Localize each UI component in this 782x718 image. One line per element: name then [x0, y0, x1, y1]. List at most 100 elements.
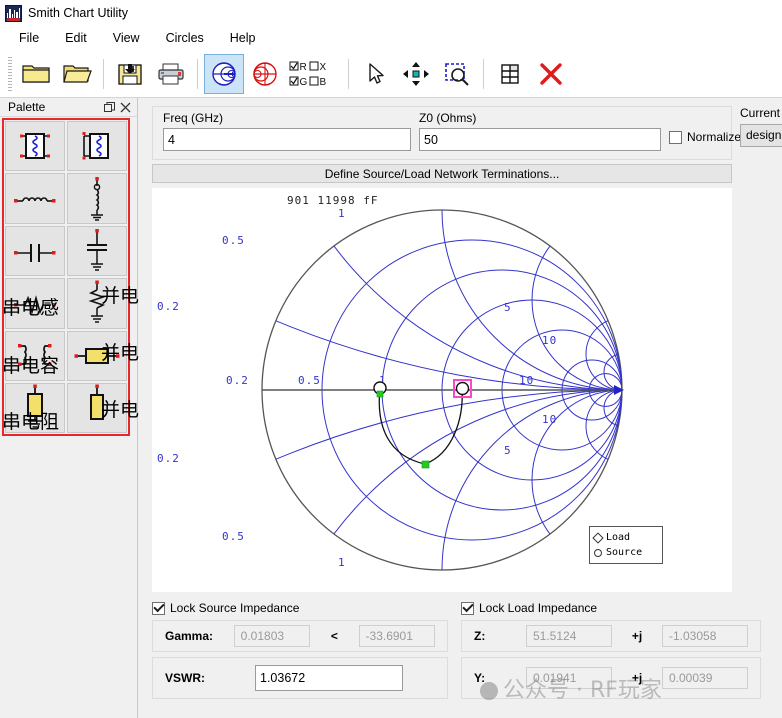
palette-item-shorted-stub[interactable]	[5, 383, 65, 433]
smith-chart-button[interactable]	[204, 53, 244, 94]
define-terminations-button[interactable]: Define Source/Load Network Terminations.…	[152, 164, 732, 183]
z-label: Z:	[474, 629, 486, 643]
menu-item-view[interactable]: View	[100, 28, 153, 48]
vswr-group: VSWR:	[152, 657, 448, 699]
chart-tick-bottom-1: 1	[338, 556, 346, 569]
palette-item-open-stub[interactable]	[67, 383, 127, 433]
smith-chart-red-icon	[253, 61, 277, 86]
admittance-button[interactable]	[245, 54, 285, 94]
toolbar-separator	[197, 58, 198, 89]
chart-axis-10: 10	[519, 374, 534, 387]
gamma-magnitude-field[interactable]: 0.01803	[233, 625, 311, 647]
current-schematic-label: Current S	[740, 106, 782, 120]
lock-source-label: Lock Source Impedance	[170, 601, 300, 615]
normalize-checkbox-box[interactable]	[669, 130, 682, 144]
zoom-marquee-icon	[445, 62, 469, 86]
y-label: Y:	[474, 671, 486, 685]
toolbar-grip[interactable]	[8, 56, 12, 91]
y-imag-field[interactable]: 0.00039	[662, 667, 748, 689]
marker-node-1[interactable]	[376, 390, 384, 398]
palette-item-series-tline[interactable]	[67, 330, 127, 381]
legend-entry-load: Load	[592, 530, 658, 545]
legend-load-label: Load	[606, 532, 631, 543]
smith-chart-canvas[interactable]: 901 11998 fF 1 0.5 0.2 0.2 0.5 1 5 10 10…	[152, 188, 732, 592]
rxgb-toggle-button[interactable]: R X G B	[286, 54, 342, 94]
open-stub-icon	[90, 384, 104, 420]
rxgb-checkbox-icon: R X G B	[289, 61, 327, 88]
series-capacitor-icon	[14, 243, 56, 262]
lock-load-label: Lock Load Impedance	[479, 601, 598, 615]
delete-button[interactable]	[531, 54, 571, 94]
menu-item-edit[interactable]: Edit	[52, 28, 100, 48]
chart-tick-right-10-bot: 10	[542, 413, 557, 426]
palette-item-transformer[interactable]	[5, 330, 65, 381]
folder-open-icon	[63, 64, 92, 83]
chart-tick-lower-02: 0.2	[157, 452, 180, 465]
vswr-input[interactable]	[255, 665, 403, 691]
palette-item-shunt-inductor[interactable]	[67, 173, 127, 224]
chart-tick-top-1: 1	[338, 207, 346, 220]
vswr-label: VSWR:	[165, 671, 205, 685]
legend-source-label: Source	[606, 547, 643, 558]
gamma-label: Gamma:	[165, 629, 214, 643]
palette-grid	[2, 118, 130, 436]
chart-legend: Load Source	[589, 526, 663, 564]
palette-item-shunt-resistor[interactable]	[67, 278, 127, 329]
legend-entry-source: Source	[594, 545, 658, 560]
pan-tool-button[interactable]	[396, 54, 436, 94]
close-icon[interactable]	[117, 99, 133, 115]
zoom-tool-button[interactable]	[437, 54, 477, 94]
chart-tick-right-10-top: 10	[542, 334, 557, 347]
menu-item-file[interactable]: File	[6, 28, 52, 48]
palette-item-series-resistor[interactable]	[5, 278, 65, 329]
table-button[interactable]	[490, 54, 530, 94]
shorted-stub-icon	[27, 384, 43, 428]
normalize-checkbox[interactable]: Normalize	[669, 130, 741, 144]
open-button[interactable]	[57, 54, 97, 94]
y-real-field[interactable]: 0.01941	[526, 667, 612, 689]
menu-item-help[interactable]: Help	[217, 28, 269, 48]
freq-input[interactable]	[163, 128, 411, 151]
print-button[interactable]	[151, 54, 191, 94]
palette-item-series-capacitor[interactable]	[5, 225, 65, 277]
parameters-group: Freq (GHz) Z0 (Ohms) Normalize	[152, 106, 741, 160]
red-x-icon	[540, 62, 562, 85]
chart-axis-05: 0.5	[298, 374, 321, 387]
select-tool-button[interactable]	[355, 54, 395, 94]
marker-node-2[interactable]	[421, 460, 430, 469]
chart-tick-lower-05: 0.5	[222, 530, 245, 543]
svg-text:B: B	[320, 77, 327, 88]
z-real-field[interactable]: 51.5124	[526, 625, 612, 647]
palette-item-series-inductor[interactable]	[5, 173, 65, 224]
main-content: Freq (GHz) Z0 (Ohms) Normalize Define So…	[139, 98, 782, 718]
lock-load-checkbox-box[interactable]	[461, 601, 474, 615]
float-window-icon[interactable]	[101, 99, 117, 115]
lock-source-checkbox-box[interactable]	[152, 601, 165, 615]
menu-item-circles[interactable]: Circles	[153, 28, 217, 48]
z-j-separator: +j	[631, 629, 643, 643]
marker-load[interactable]	[455, 381, 470, 396]
svg-text:R: R	[300, 62, 307, 73]
gamma-angle-field[interactable]: -33.6901	[358, 625, 435, 647]
current-schematic-value[interactable]: design2	[740, 124, 782, 147]
freq-label: Freq (GHz)	[163, 111, 223, 125]
chart-tick-upper-02: 0.2	[157, 300, 180, 313]
z0-input[interactable]	[419, 128, 661, 151]
folder-closed-icon	[22, 64, 50, 83]
transformer-icon	[18, 343, 52, 366]
save-button[interactable]	[110, 54, 150, 94]
new-folder-button[interactable]	[16, 54, 56, 94]
palette-item-series-rlc[interactable]	[5, 121, 65, 172]
palette-item-shunt-rlc[interactable]	[67, 121, 127, 172]
z-imag-field[interactable]: -1.03058	[662, 625, 748, 647]
palette-panel: Palette 串电感 并电感 串电容 并电容 串电阻 并电阻	[0, 98, 158, 718]
floppy-save-icon	[118, 63, 142, 85]
shunt-inductor-icon	[91, 176, 103, 221]
lock-source-checkbox[interactable]: Lock Source Impedance	[152, 601, 299, 615]
move-arrows-icon	[403, 61, 429, 86]
svg-text:X: X	[320, 62, 327, 73]
chart-tick-upper-05: 0.5	[222, 234, 245, 247]
chart-axis-02: 0.2	[226, 374, 249, 387]
palette-item-shunt-capacitor[interactable]	[67, 225, 127, 277]
lock-load-checkbox[interactable]: Lock Load Impedance	[461, 601, 597, 615]
